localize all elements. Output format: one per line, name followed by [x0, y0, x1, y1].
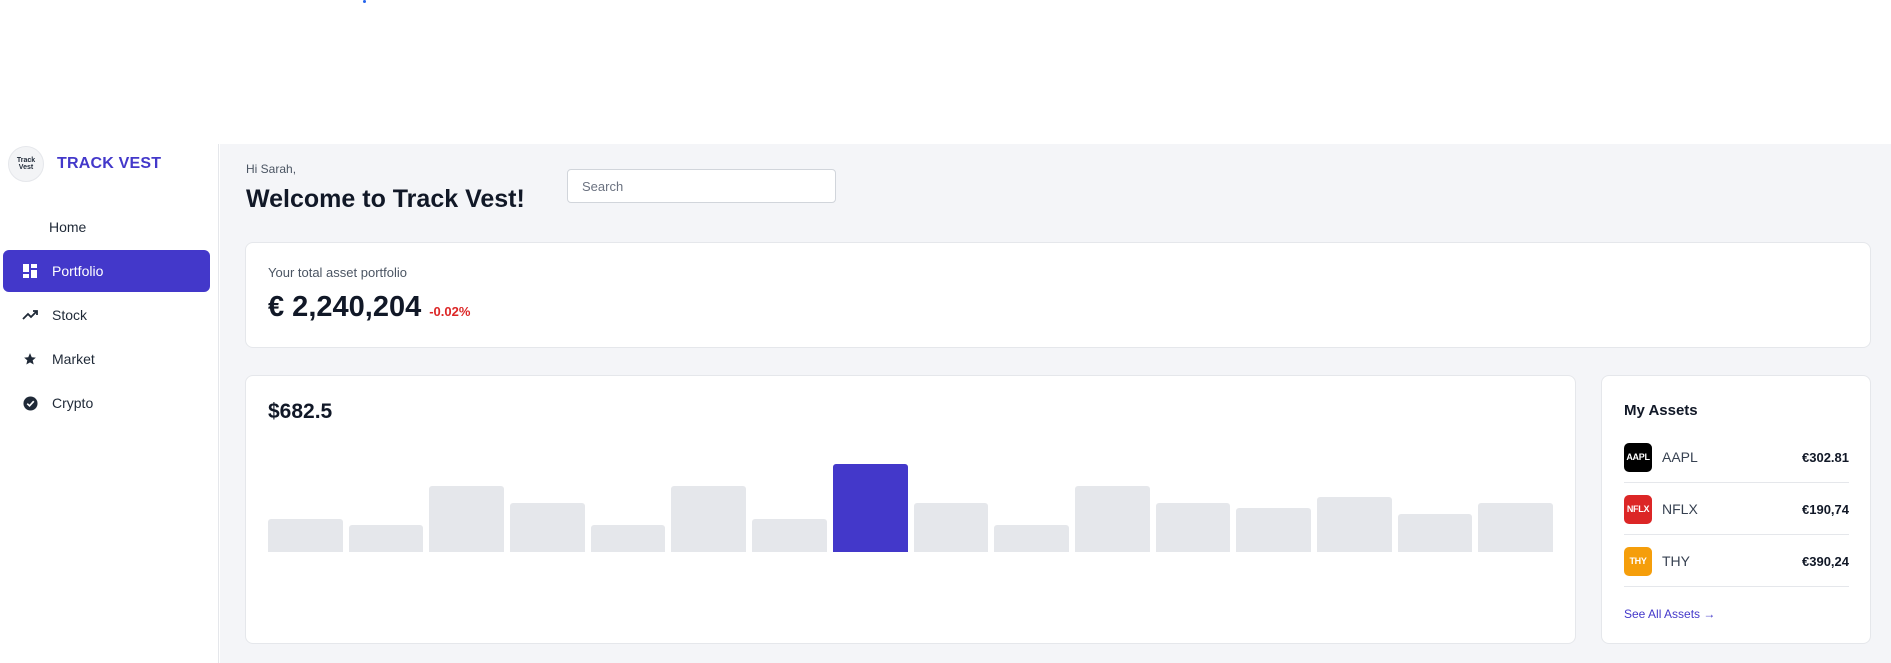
- sidebar: Track Vest TRACK VEST Home Portfolio Sto…: [0, 144, 219, 663]
- brand-logo: Track Vest: [8, 146, 44, 182]
- asset-logo-nflx: NFLX: [1624, 494, 1652, 524]
- chart-bar[interactable]: [1478, 502, 1553, 552]
- chart-card: $682.5: [245, 375, 1576, 644]
- chart-bar[interactable]: [1074, 486, 1150, 552]
- star-icon: [22, 351, 38, 367]
- trending-up-icon: [22, 307, 38, 323]
- chart-bar[interactable]: [510, 502, 585, 552]
- sidebar-item-label: Crypto: [52, 395, 94, 411]
- search-input[interactable]: [567, 169, 836, 203]
- sidebar-nav: Home Portfolio Stock Market Crypto: [3, 206, 210, 426]
- chart-bar[interactable]: [671, 486, 747, 552]
- dashboard-icon: [22, 263, 38, 279]
- chart-bar[interactable]: [1397, 513, 1473, 552]
- asset-row-aapl[interactable]: AAPL AAPL €302.81: [1624, 432, 1849, 483]
- sidebar-item-market[interactable]: Market: [3, 338, 210, 380]
- sidebar-item-portfolio[interactable]: Portfolio: [3, 250, 210, 292]
- sidebar-item-stock[interactable]: Stock: [3, 294, 210, 336]
- total-label: Your total asset portfolio: [268, 265, 407, 280]
- page-title: Welcome to Track Vest!: [246, 185, 525, 213]
- sidebar-item-crypto[interactable]: Crypto: [3, 382, 210, 424]
- chart-bar[interactable]: [429, 486, 505, 552]
- sidebar-item-home[interactable]: Home: [3, 206, 210, 248]
- asset-row-thy[interactable]: THY THY €390,24: [1624, 536, 1849, 587]
- chart-bar[interactable]: [994, 524, 1069, 552]
- total-amount: € 2,240,204: [268, 291, 422, 323]
- main-content: Hi Sarah, Welcome to Track Vest! Your to…: [220, 144, 1891, 663]
- asset-row-nflx[interactable]: NFLX NFLX €190,74: [1624, 484, 1849, 535]
- asset-ticker: THY: [1662, 553, 1690, 569]
- see-all-assets-link[interactable]: See All Assets →: [1624, 607, 1715, 621]
- asset-price: €190,74: [1802, 501, 1849, 517]
- total-portfolio-card: Your total asset portfolio € 2,240,204 -…: [245, 242, 1871, 348]
- my-assets-card: My Assets AAPL AAPL €302.81 NFLX NFLX €1…: [1601, 375, 1871, 644]
- chart-value: $682.5: [268, 400, 333, 423]
- asset-logo-thy: THY: [1624, 546, 1652, 576]
- check-circle-icon: [22, 395, 38, 411]
- asset-logo-aapl: AAPL: [1624, 442, 1652, 472]
- sidebar-item-label: Market: [52, 351, 95, 367]
- asset-price: €390,24: [1802, 553, 1849, 569]
- sidebar-item-label: Stock: [52, 307, 88, 323]
- total-value: € 2,240,204 -0.02%: [268, 291, 470, 324]
- bar-chart: [268, 464, 1553, 552]
- chart-bar[interactable]: [590, 524, 666, 552]
- asset-price: €302.81: [1802, 449, 1849, 465]
- brand[interactable]: Track Vest TRACK VEST: [8, 146, 161, 182]
- brand-name: TRACK VEST: [57, 155, 162, 172]
- app: Track Vest TRACK VEST Home Portfolio Sto…: [0, 144, 1891, 663]
- chart-bar[interactable]: [913, 502, 989, 552]
- loading-dot: [363, 0, 366, 3]
- chart-bar[interactable]: [1236, 508, 1311, 552]
- chart-bar[interactable]: [348, 524, 424, 552]
- sidebar-item-label: Portfolio: [52, 263, 104, 279]
- greeting: Hi Sarah,: [246, 162, 297, 176]
- chart-bar[interactable]: [268, 519, 343, 552]
- assets-title: My Assets: [1624, 402, 1698, 419]
- asset-ticker: AAPL: [1662, 449, 1698, 465]
- sidebar-item-label: Home: [49, 219, 87, 235]
- chart-bar[interactable]: [1316, 497, 1392, 552]
- asset-ticker: NFLX: [1662, 501, 1698, 517]
- chart-bar[interactable]: [1155, 502, 1231, 552]
- chart-bar[interactable]: [832, 464, 908, 552]
- chart-bar[interactable]: [752, 519, 827, 552]
- total-change: -0.02%: [429, 304, 471, 319]
